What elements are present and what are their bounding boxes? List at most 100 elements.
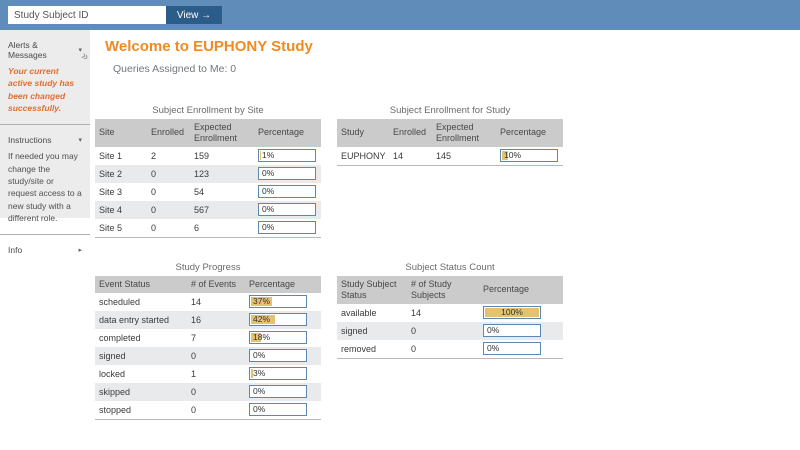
- table-cell: 7: [187, 329, 245, 347]
- percentage-cell: 3%: [245, 365, 321, 383]
- progress-bar: 10%: [500, 149, 558, 162]
- progress-bar-label: 100%: [484, 307, 540, 318]
- table-row: scheduled1437%: [95, 293, 321, 311]
- table-cell: Site 2: [95, 165, 147, 183]
- column-header: Expected Enrollment: [432, 119, 496, 147]
- table-cell: 1: [187, 365, 245, 383]
- table-row: removed00%: [337, 340, 563, 359]
- table-cell: 14: [389, 147, 432, 166]
- percentage-cell: 10%: [496, 147, 563, 166]
- progress-bar: 0%: [258, 167, 316, 180]
- table-row: stopped0 0%: [95, 401, 321, 420]
- sidebar: Alerts & Messages ▾ Your current active …: [0, 30, 90, 218]
- table-title: Subject Enrollment for Study: [337, 105, 563, 116]
- table-cell: Site 4: [95, 201, 147, 219]
- table-cell: EUPHONY: [337, 147, 389, 166]
- progress-bar-label: 0%: [250, 386, 306, 397]
- progress-bar: 18%: [249, 331, 307, 344]
- progress-bar: 0%: [483, 342, 541, 355]
- table-row: Site 201230%: [95, 165, 321, 183]
- table-cell: available: [337, 304, 407, 322]
- percentage-cell: 1%: [254, 147, 321, 165]
- progress-bar: 42%: [249, 313, 307, 326]
- progress-bar-label: 0%: [250, 404, 306, 415]
- table-cell: 159: [190, 147, 254, 165]
- table-cell: Site 3: [95, 183, 147, 201]
- instructions-label: Instructions: [8, 135, 51, 145]
- column-header: # of Events: [187, 276, 245, 293]
- column-header: Enrolled: [389, 119, 432, 147]
- study-subject-id-input[interactable]: [8, 6, 166, 24]
- percentage-cell: 0%: [254, 165, 321, 183]
- progress-bar-label: 42%: [250, 314, 306, 325]
- percentage-cell: 42%: [245, 311, 321, 329]
- table-row: skipped0 0%: [95, 383, 321, 401]
- progress-bar: 0%: [249, 349, 307, 362]
- alerts-messages-label: Alerts & Messages: [8, 40, 78, 60]
- enrollment-by-site-table: SiteEnrolledExpected EnrollmentPercentag…: [95, 119, 321, 238]
- percentage-cell: 0%: [245, 383, 321, 401]
- page-title: Welcome to EUPHONY Study: [105, 38, 313, 55]
- table-row: available14 100%: [337, 304, 563, 322]
- view-button[interactable]: View →: [166, 6, 222, 24]
- progress-bar-label: 18%: [250, 332, 306, 343]
- progress-bar-label: 10%: [501, 150, 557, 161]
- table-cell: 0: [187, 383, 245, 401]
- table-cell: 0: [147, 201, 190, 219]
- table-cell: 0: [407, 322, 479, 340]
- sidebar-item-instructions[interactable]: Instructions ▾: [8, 135, 82, 145]
- table-cell: 14: [407, 304, 479, 322]
- table-cell: 16: [187, 311, 245, 329]
- percentage-cell: 37%: [245, 293, 321, 311]
- enrollment-by-site-card: Subject Enrollment by Site SiteEnrolledE…: [95, 105, 321, 238]
- progress-bar-label: 0%: [259, 222, 315, 233]
- column-header: # of Study Subjects: [407, 276, 479, 304]
- chevron-right-icon: ▸: [78, 246, 82, 254]
- progress-bar: 3%: [249, 367, 307, 380]
- sidebar-item-info[interactable]: Info ▸: [8, 245, 82, 255]
- instructions-text: If needed you may change the study/site …: [8, 150, 82, 224]
- table-row: signed0 0%: [337, 322, 563, 340]
- enrollment-for-study-card: Subject Enrollment for Study StudyEnroll…: [337, 105, 563, 166]
- progress-bar-label: 0%: [259, 186, 315, 197]
- table-cell: 14: [187, 293, 245, 311]
- table-cell: stopped: [95, 401, 187, 420]
- table-row: locked1 3%: [95, 365, 321, 383]
- table-row: Site 30540%: [95, 183, 321, 201]
- table-row: completed718%: [95, 329, 321, 347]
- percentage-cell: 0%: [479, 340, 563, 359]
- progress-bar: 0%: [258, 221, 316, 234]
- sidebar-divider: [0, 234, 90, 235]
- progress-bar-label: 0%: [259, 204, 315, 215]
- column-header: Event Status: [95, 276, 187, 293]
- progress-bar: 0%: [249, 403, 307, 416]
- table-row: Site 405670%: [95, 201, 321, 219]
- table-cell: 6: [190, 219, 254, 238]
- progress-bar-label: 0%: [484, 325, 540, 336]
- progress-bar: 37%: [249, 295, 307, 308]
- column-header: Enrolled: [147, 119, 190, 147]
- progress-bar: 0%: [249, 385, 307, 398]
- subject-status-count-card: Subject Status Count Study Subject Statu…: [337, 262, 563, 359]
- table-title: Subject Status Count: [337, 262, 563, 273]
- column-header: Study: [337, 119, 389, 147]
- table-cell: Site 1: [95, 147, 147, 165]
- table-cell: skipped: [95, 383, 187, 401]
- table-title: Study Progress: [95, 262, 321, 273]
- progress-bar: 0%: [258, 203, 316, 216]
- percentage-cell: 0%: [479, 322, 563, 340]
- progress-bar: 1%: [258, 149, 316, 162]
- table-row: Site 5060%: [95, 219, 321, 238]
- percentage-cell: 0%: [245, 401, 321, 420]
- table-cell: 123: [190, 165, 254, 183]
- table-cell: locked: [95, 365, 187, 383]
- table-cell: 0: [147, 219, 190, 238]
- percentage-cell: 0%: [254, 183, 321, 201]
- sidebar-item-alerts-messages[interactable]: Alerts & Messages ▾: [8, 40, 82, 60]
- column-header: Site: [95, 119, 147, 147]
- alert-message-text: Your current active study has been chang…: [8, 65, 82, 114]
- table-cell: removed: [337, 340, 407, 359]
- table-cell: 0: [187, 401, 245, 420]
- progress-bar: 100%: [483, 306, 541, 319]
- table-cell: signed: [337, 322, 407, 340]
